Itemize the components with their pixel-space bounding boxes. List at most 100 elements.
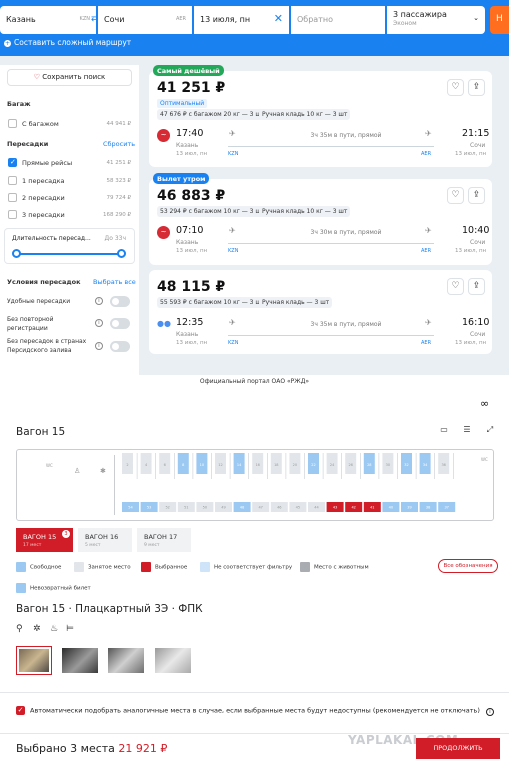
wagon-tab-seats: 17 мест	[23, 543, 42, 548]
autopick-checkbox[interactable]: ✓	[16, 706, 25, 715]
condition-toggle[interactable]	[110, 318, 130, 329]
wagon-tab[interactable]: ВАГОН 17 9 мест	[137, 528, 191, 552]
seat-number: 36	[441, 463, 445, 467]
expand-icon[interactable]: ⤢	[484, 425, 496, 437]
landing-icon: ✈	[425, 226, 432, 235]
legend-item: Место с животным	[300, 562, 369, 572]
class-value: Эконом	[393, 20, 417, 27]
scheme-view-icon[interactable]: ▭	[438, 425, 450, 437]
seat-number: 18	[274, 463, 278, 467]
filters-panel: ♡ Сохранить поиск Багаж С багажом 44 941…	[0, 65, 139, 375]
legend-label: Занятое место	[88, 564, 131, 571]
arrival-city: Сочи	[470, 239, 486, 246]
condition-toggle[interactable]	[110, 341, 130, 352]
share-icon[interactable]: ⇪	[468, 278, 485, 295]
passengers-field[interactable]: 3 пассажира Эконом ⌄	[387, 6, 485, 34]
favorite-heart-icon[interactable]: ♡	[447, 79, 464, 96]
seat-number: 39	[407, 506, 411, 510]
seat-number: 53	[147, 506, 151, 510]
seat-number: 34	[423, 463, 428, 467]
transfer-label: 1 пересадка	[22, 177, 65, 185]
seat-number: 43	[333, 506, 337, 510]
from-field[interactable]: Казань KZN	[0, 6, 96, 34]
transfer-price: 58 323 ₽	[106, 178, 132, 184]
slider-handle-right[interactable]	[117, 249, 126, 258]
wagon-photo[interactable]	[62, 648, 98, 673]
autopick-option[interactable]: ✓ Автоматически подобрать аналогичные мес…	[16, 706, 494, 716]
transfer-label: 3 пересадки	[22, 211, 65, 219]
seat-number: 48	[240, 506, 244, 510]
wagon-photo[interactable]	[108, 648, 144, 673]
info-icon[interactable]: i	[485, 707, 494, 716]
list-view-icon[interactable]: ☰	[461, 425, 473, 437]
seat-number: 50	[203, 506, 207, 510]
flight-card[interactable]: 48 115 ₽ 55 593 ₽ с багажом 10 кг — 3 шт…	[149, 270, 492, 354]
transfer-checkbox[interactable]	[8, 176, 17, 185]
info-icon[interactable]: i	[95, 297, 103, 305]
transfer-label: Прямые рейсы	[22, 159, 73, 167]
return-field[interactable]: Обратно	[291, 6, 385, 34]
info-icon[interactable]: i	[95, 342, 103, 350]
wagon-title: Вагон 15	[16, 426, 66, 438]
seat-number: 52	[165, 506, 169, 510]
share-icon[interactable]: ⇪	[468, 79, 485, 96]
takeoff-icon: ✈	[229, 129, 236, 138]
chevron-down-icon: ⌄	[473, 14, 479, 22]
arrival-code: AER	[421, 248, 432, 254]
wagon-photo[interactable]	[155, 648, 191, 673]
arrival-city: Сочи	[470, 331, 486, 338]
transfer-checkbox[interactable]	[8, 158, 17, 167]
departure-time: 12:35	[176, 317, 204, 328]
legend-item: Не соответствует фильтру	[200, 562, 292, 572]
find-button[interactable]: Н	[490, 6, 509, 34]
wagon-tab[interactable]: ВАГОН 16 5 мест	[78, 528, 132, 552]
all-legend-button[interactable]: Все обозначения	[438, 559, 498, 573]
divider	[0, 692, 509, 693]
transfer-checkbox[interactable]	[8, 210, 17, 219]
seat-number: 40	[389, 506, 393, 510]
flight-card[interactable]: Самый дешёвый 41 251 ₽ Оптимальный 47 67…	[149, 65, 492, 167]
continue-button[interactable]: ПРОДОЛЖИТЬ	[416, 738, 500, 759]
seat-number: 6	[164, 463, 166, 467]
search-bar: Казань KZN ⇄ Сочи AER 13 июля, пн ✕ Обра…	[0, 0, 509, 56]
favorite-heart-icon[interactable]: ♡	[447, 187, 464, 204]
slider-handle-left[interactable]	[12, 249, 21, 258]
airline-logo-icon: ~	[157, 226, 170, 239]
date-field[interactable]: 13 июля, пн ✕	[194, 6, 289, 34]
reset-link[interactable]: Сбросить	[103, 140, 135, 148]
transfers-title: Пересадки	[7, 140, 49, 148]
legend-label: Свободное	[30, 564, 62, 571]
info-icon[interactable]: i	[95, 319, 103, 327]
glasses-icon[interactable]: ∞	[480, 397, 489, 410]
wagon-tab-seats: 5 мест	[85, 543, 101, 548]
baggage-checkbox[interactable]	[8, 119, 17, 128]
complex-route-label: Составить сложный маршрут	[14, 38, 132, 47]
car-heading: Вагон 15 · Плацкартный 3Э · ФПК	[16, 603, 203, 615]
selected-count-badge: 3	[62, 530, 70, 538]
seat-number: 20	[293, 463, 297, 467]
selected-summary: Выбрано 3 места 21 921 ₽	[16, 742, 167, 755]
legend-swatch	[74, 562, 84, 572]
wagon-tab-label: ВАГОН 16	[85, 533, 119, 541]
wagon-tab-seats: 9 мест	[144, 543, 160, 548]
to-code: AER	[175, 16, 186, 22]
wagon-tab-label: ВАГОН 15	[23, 533, 57, 541]
departure-city: Казань	[176, 239, 199, 246]
transfer-checkbox[interactable]	[8, 193, 17, 202]
complex-route-link[interactable]: + Составить сложный маршрут	[4, 38, 131, 47]
wagon-tab-label: ВАГОН 17	[144, 533, 178, 541]
flight-card[interactable]: Вылет утром 46 883 ₽ 53 294 ₽ с багажом …	[149, 173, 492, 265]
arrival-time: 21:15	[462, 128, 490, 139]
seat-number: 54	[128, 506, 133, 510]
favorite-heart-icon[interactable]: ♡	[447, 278, 464, 295]
share-icon[interactable]: ⇪	[468, 187, 485, 204]
wagon-photo[interactable]	[16, 646, 52, 675]
condition-toggle[interactable]	[110, 296, 130, 307]
select-all-link[interactable]: Выбрать все	[93, 278, 136, 286]
seat-number: 30	[386, 463, 390, 467]
to-field[interactable]: Сочи AER	[98, 6, 192, 34]
wagon-tab[interactable]: ВАГОН 15 17 мест 3	[16, 528, 73, 552]
save-search-button[interactable]: ♡ Сохранить поиск	[7, 69, 132, 86]
clear-date-icon[interactable]: ✕	[274, 12, 283, 25]
landing-icon: ✈	[425, 318, 432, 327]
